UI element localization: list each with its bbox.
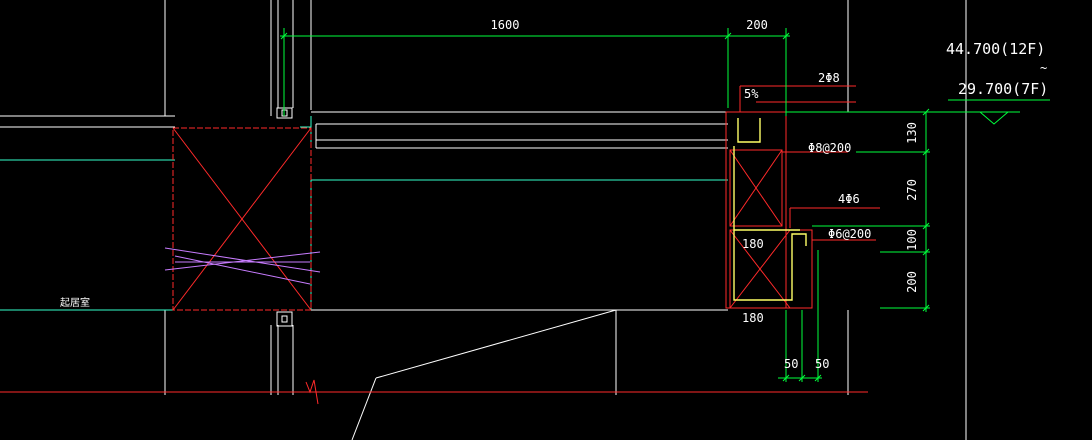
room-label: 起居室 — [60, 296, 90, 309]
floor-break-line — [0, 379, 868, 405]
dim-270: 270 — [905, 179, 919, 201]
slab-lines — [0, 116, 728, 311]
rebar-text: 2Φ8 Φ8@200 4Φ6 Φ6@200 5% — [744, 71, 871, 241]
dim-200-top: 200 — [746, 18, 768, 32]
rebar-phi8-200: Φ8@200 — [808, 141, 851, 155]
level-upper: 44.700(12F) — [946, 40, 1045, 58]
cad-drawing: 1600 200 180 180 50 50 130 270 100 200 2… — [0, 0, 1050, 440]
dim-50-right: 50 — [815, 357, 829, 371]
dim-100: 100 — [905, 229, 919, 251]
dim-180-bottom: 180 — [742, 311, 764, 325]
dim-180-mid: 180 — [742, 237, 764, 251]
dimension-lines — [280, 28, 1050, 382]
window-frames — [276, 107, 293, 327]
dim-200-side: 200 — [905, 271, 919, 293]
level-lower: 29.700(7F) — [958, 80, 1048, 98]
level-text: 44.700(12F) ~ 29.700(7F) — [946, 40, 1048, 98]
architectural-lines — [0, 0, 967, 440]
slope-5pct: 5% — [744, 87, 759, 101]
dim-50-left: 50 — [784, 357, 798, 371]
rebar-phi6-200: Φ6@200 — [828, 227, 871, 241]
column-left — [172, 127, 312, 311]
hatch-left — [164, 247, 321, 285]
rebar-4phi6: 4Φ6 — [838, 192, 860, 206]
dim-130: 130 — [905, 122, 919, 144]
rebar-2phi8: 2Φ8 — [818, 71, 840, 85]
level-tilde: ~ — [1040, 61, 1047, 75]
dim-1600: 1600 — [491, 18, 520, 32]
